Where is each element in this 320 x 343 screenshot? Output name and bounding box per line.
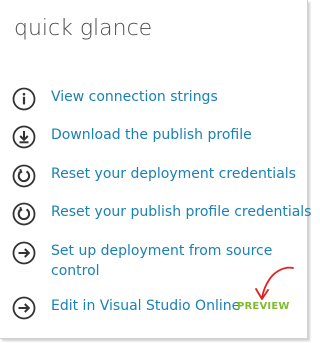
download-publish-profile-link[interactable]: Download the publish profile xyxy=(12,125,302,149)
reset-publish-profile-credentials-link[interactable]: Reset your publish profile credentials xyxy=(12,202,311,226)
annotation-arrow-icon xyxy=(255,266,294,300)
info-icon xyxy=(12,87,36,111)
panel-title: quick glance xyxy=(14,16,153,41)
reset-icon xyxy=(12,202,36,226)
reset-deployment-credentials-link[interactable]: Reset your deployment credentials xyxy=(12,164,302,188)
download-icon xyxy=(12,125,36,149)
reset-icon xyxy=(12,164,36,188)
reset-publish-profile-credentials-label: Reset your publish profile credentials xyxy=(51,204,312,220)
arrow-right-icon xyxy=(12,241,36,265)
view-connection-strings-link[interactable]: View connection strings xyxy=(12,87,302,111)
setup-deployment-source-control-label: Set up deployment from source control xyxy=(51,243,273,279)
view-connection-strings-label: View connection strings xyxy=(51,89,218,105)
edit-in-visual-studio-online-label: Edit in Visual Studio Online xyxy=(51,298,241,314)
quick-glance-panel: quick glance View connection strings Dow… xyxy=(0,0,311,339)
download-publish-profile-label: Download the publish profile xyxy=(51,127,252,143)
reset-deployment-credentials-label: Reset your deployment credentials xyxy=(51,166,296,182)
arrow-right-icon xyxy=(12,296,36,320)
edit-in-visual-studio-online-link[interactable]: Edit in Visual Studio Online xyxy=(12,296,240,320)
